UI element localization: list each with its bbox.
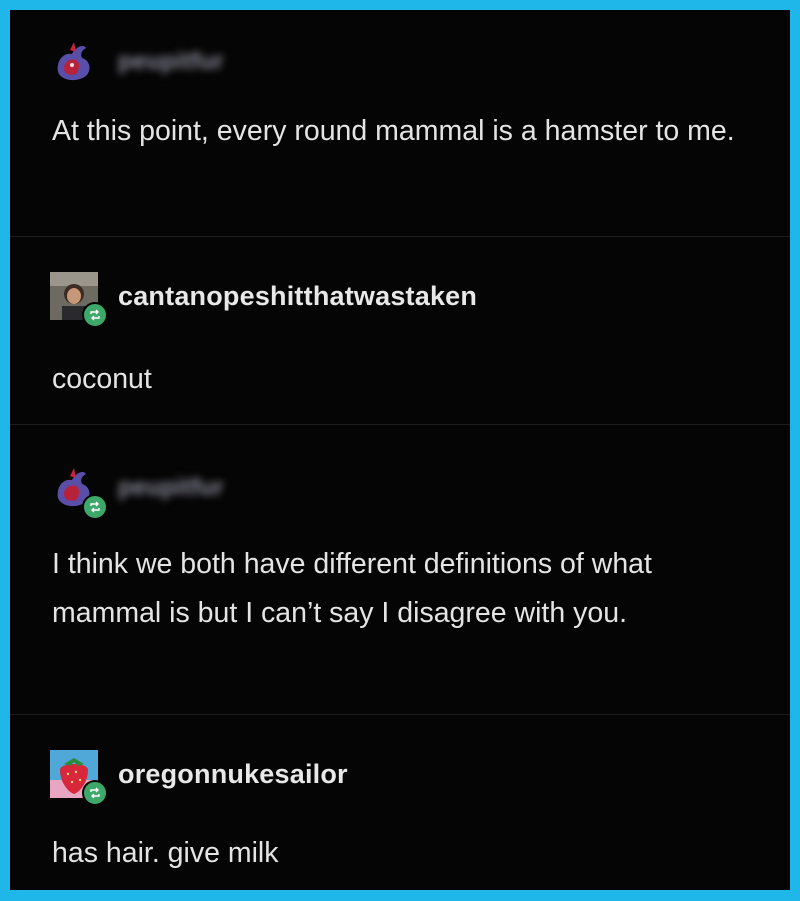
thread-post: cantanopeshitthatwastaken coconut — [10, 236, 790, 425]
avatar[interactable] — [50, 38, 98, 86]
post-text: I think we both have different definitio… — [52, 548, 652, 629]
creature-avatar-icon — [57, 42, 90, 81]
post-thread: peupitfur At this point, every round mam… — [10, 10, 790, 890]
avatar[interactable] — [50, 464, 108, 520]
post-text: coconut — [52, 363, 152, 395]
avatar[interactable] — [50, 272, 108, 328]
username[interactable]: oregonnukesailor — [118, 759, 348, 790]
post-text: At this point, every round mammal is a h… — [52, 115, 735, 147]
post-header: peupitfur — [50, 464, 224, 520]
username-hidden[interactable]: peupitfur — [118, 48, 224, 76]
post-header: peupitfur — [50, 38, 224, 86]
thread-post: oregonnukesailor has hair. give milk — [10, 714, 790, 890]
thread-post: peupitfur At this point, every round mam… — [10, 10, 790, 237]
reblog-icon — [82, 302, 108, 328]
post-header: oregonnukesailor — [50, 750, 348, 806]
username[interactable]: cantanopeshitthatwastaken — [118, 281, 477, 312]
thread-post: peupitfur I think we both have different… — [10, 424, 790, 715]
avatar[interactable] — [50, 750, 108, 806]
reblog-icon — [82, 494, 108, 520]
reblog-icon — [82, 780, 108, 806]
post-text: has hair. give milk — [52, 837, 279, 869]
post-header: cantanopeshitthatwastaken — [50, 272, 477, 328]
username-hidden[interactable]: peupitfur — [118, 474, 224, 502]
